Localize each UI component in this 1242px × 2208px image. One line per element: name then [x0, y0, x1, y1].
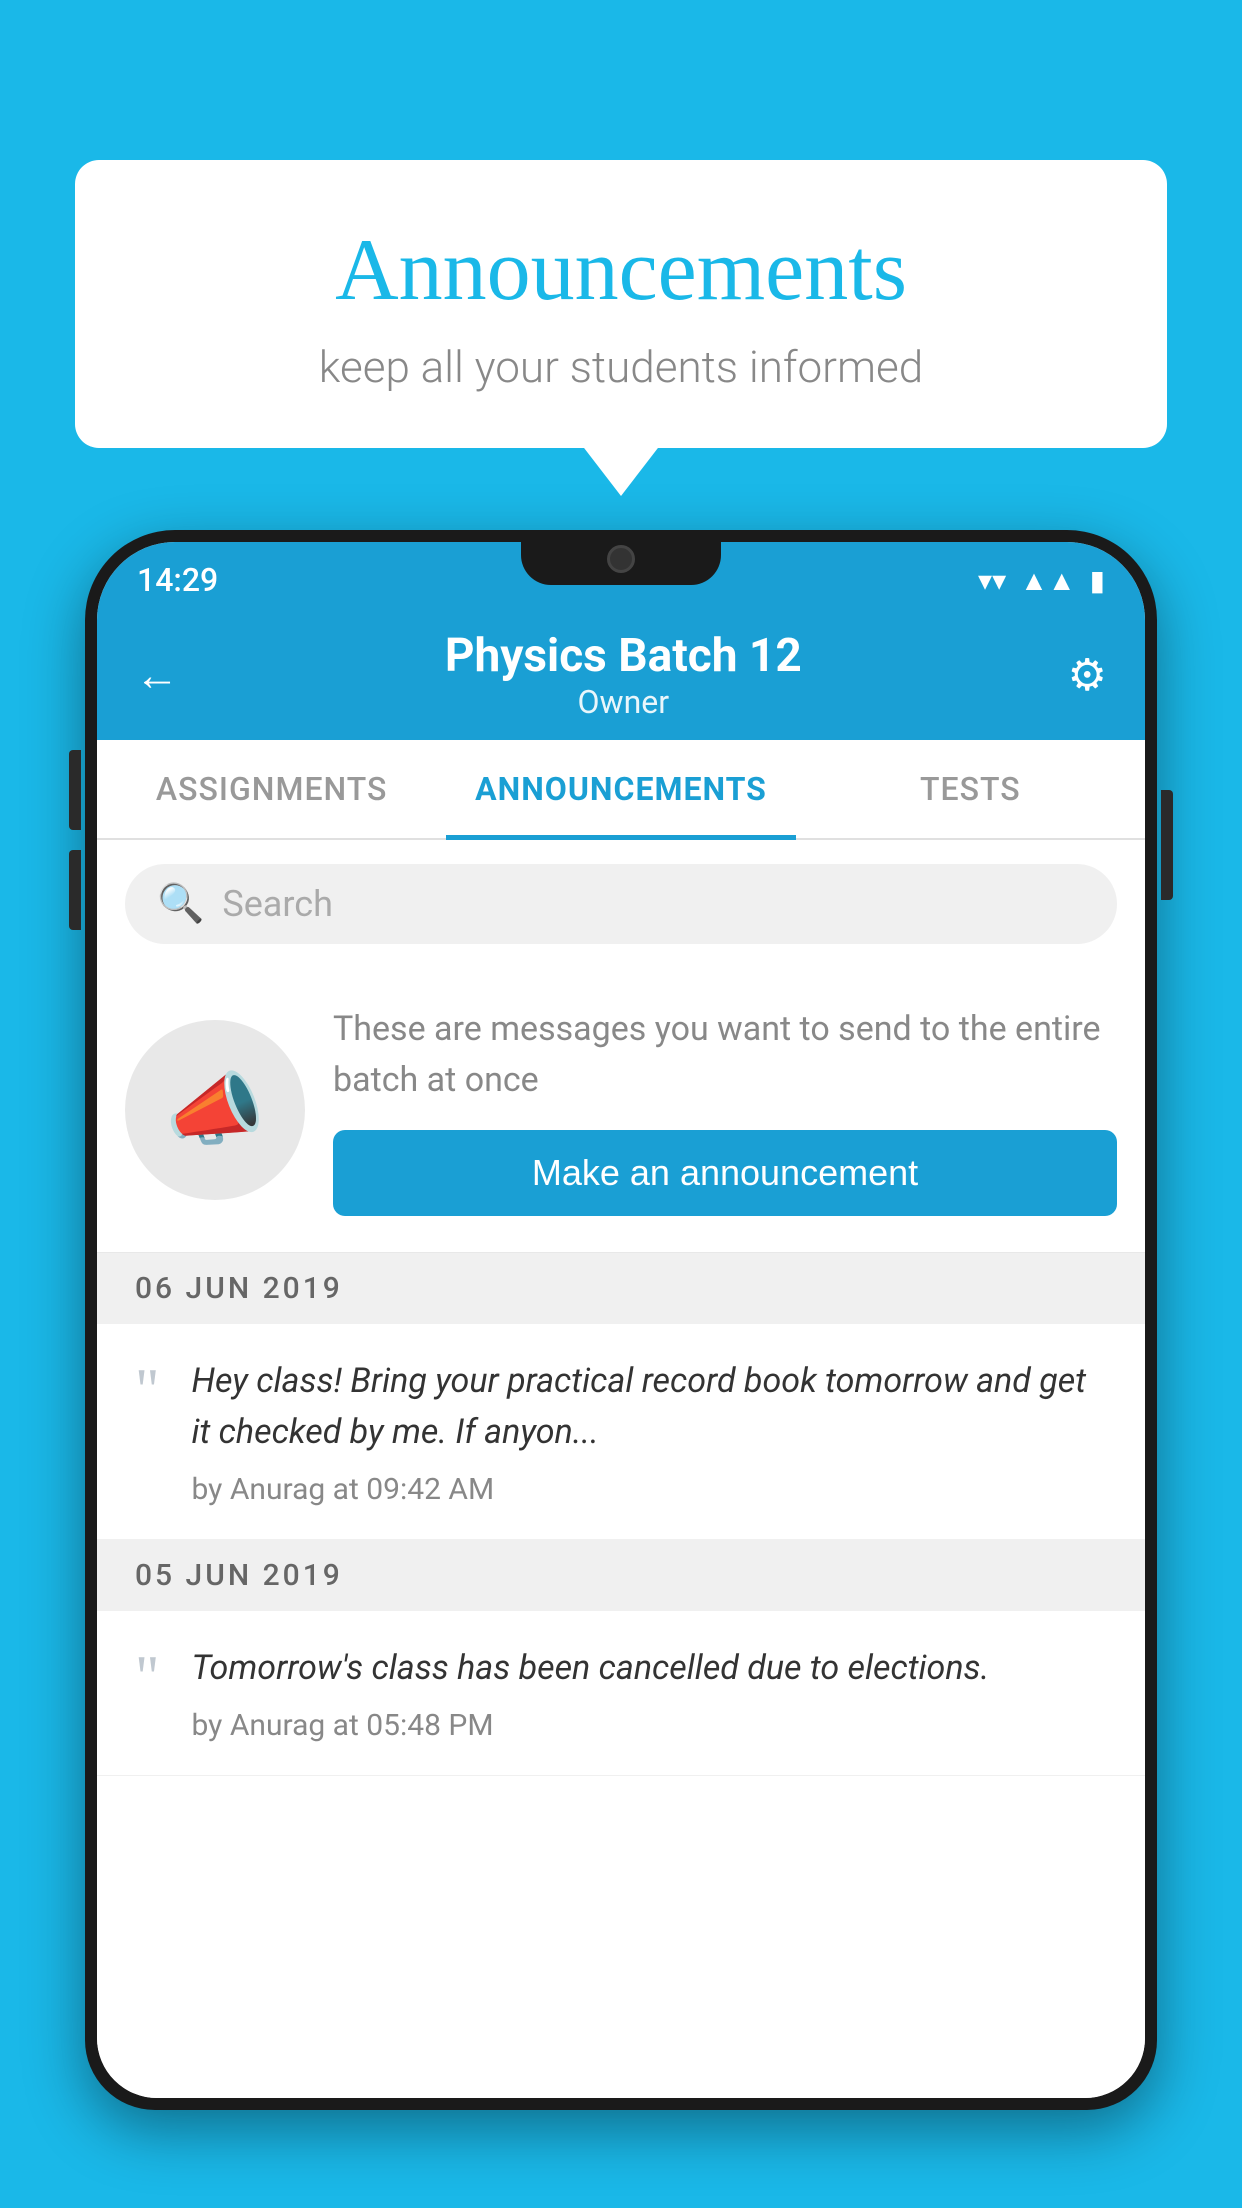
tab-announcements[interactable]: ANNOUNCEMENTS [446, 740, 795, 838]
megaphone-icon: 📣 [165, 1063, 265, 1157]
announcement-text-1: Hey class! Bring your practical record b… [192, 1356, 1108, 1458]
search-placeholder: Search [222, 883, 333, 925]
phone-container: 14:29 ▾▾ ▲▲ ▮ ← Physics Batch 12 Owner ⚙ [85, 530, 1157, 2208]
bubble-title: Announcements [135, 220, 1107, 321]
status-icons: ▾▾ ▲▲ ▮ [978, 564, 1105, 597]
quote-icon-2: " [135, 1647, 160, 1743]
phone-outer: 14:29 ▾▾ ▲▲ ▮ ← Physics Batch 12 Owner ⚙ [85, 530, 1157, 2110]
date-separator-2: 05 JUN 2019 [97, 1540, 1145, 1611]
empty-content: These are messages you want to send to t… [333, 1004, 1117, 1216]
announcement-content-1: Hey class! Bring your practical record b… [192, 1356, 1108, 1507]
announcement-icon-circle: 📣 [125, 1020, 305, 1200]
tab-tests[interactable]: TESTS [796, 740, 1145, 838]
signal-icon: ▲▲ [1020, 564, 1075, 597]
empty-state: 📣 These are messages you want to send to… [97, 968, 1145, 1253]
settings-icon[interactable]: ⚙ [1068, 649, 1107, 701]
header-center: Physics Batch 12 Owner [445, 629, 802, 721]
power-button [1161, 790, 1173, 900]
search-icon: 🔍 [157, 882, 204, 926]
quote-icon-1: " [135, 1360, 160, 1507]
header-subtitle: Owner [445, 683, 802, 721]
back-button[interactable]: ← [135, 649, 179, 701]
status-time: 14:29 [137, 561, 218, 599]
tabs-bar: ASSIGNMENTS ANNOUNCEMENTS TESTS [97, 740, 1145, 840]
content-area: 🔍 Search 📣 These are messages you want t… [97, 840, 1145, 2098]
empty-state-text: These are messages you want to send to t… [333, 1004, 1117, 1106]
wifi-icon: ▾▾ [978, 564, 1006, 597]
date-separator-1: 06 JUN 2019 [97, 1253, 1145, 1324]
search-box[interactable]: 🔍 Search [125, 864, 1117, 944]
tab-assignments[interactable]: ASSIGNMENTS [97, 740, 446, 838]
announcement-item-1[interactable]: " Hey class! Bring your practical record… [97, 1324, 1145, 1540]
header-title: Physics Batch 12 [445, 629, 802, 683]
announcement-meta-1: by Anurag at 09:42 AM [192, 1472, 1108, 1507]
app-header: ← Physics Batch 12 Owner ⚙ [97, 610, 1145, 740]
volume-down-button [69, 850, 81, 930]
search-container: 🔍 Search [97, 840, 1145, 968]
announcement-text-2: Tomorrow's class has been cancelled due … [192, 1643, 1108, 1694]
bubble-subtitle: keep all your students informed [135, 341, 1107, 393]
announcement-item-2[interactable]: " Tomorrow's class has been cancelled du… [97, 1611, 1145, 1776]
speech-bubble: Announcements keep all your students inf… [75, 160, 1167, 448]
phone-camera [607, 545, 635, 573]
volume-up-button [69, 750, 81, 830]
phone-notch [521, 530, 721, 585]
announcement-meta-2: by Anurag at 05:48 PM [192, 1708, 1108, 1743]
phone-screen: 14:29 ▾▾ ▲▲ ▮ ← Physics Batch 12 Owner ⚙ [97, 542, 1145, 2098]
speech-bubble-container: Announcements keep all your students inf… [75, 160, 1167, 448]
battery-icon: ▮ [1090, 564, 1105, 597]
announcement-content-2: Tomorrow's class has been cancelled due … [192, 1643, 1108, 1743]
make-announcement-button[interactable]: Make an announcement [333, 1130, 1117, 1216]
